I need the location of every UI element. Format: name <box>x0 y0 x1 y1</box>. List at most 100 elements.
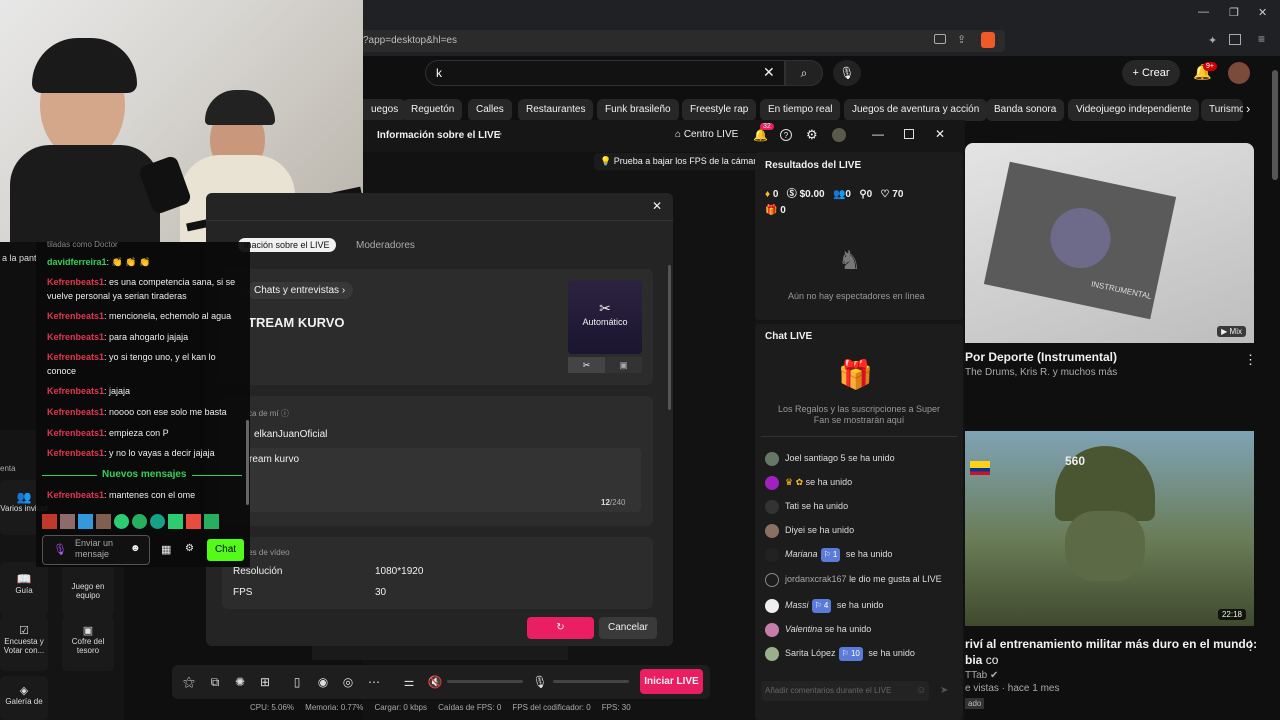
encuesta-button[interactable]: ☑ Encuesta y Votar con... <box>0 616 48 671</box>
emoji-icon[interactable]: ☻ <box>130 543 141 554</box>
emote-icon[interactable] <box>168 514 183 529</box>
video-title-2b[interactable]: bia co <box>965 653 998 667</box>
minimize-button[interactable]: — <box>1198 6 1209 18</box>
guia-button[interactable]: 📖 Guía <box>0 562 48 617</box>
video-channel-2[interactable]: TTab ✔ <box>965 670 998 681</box>
chip-juegos[interactable]: uegos <box>363 99 407 121</box>
chevron-right-icon[interactable]: › <box>1246 101 1250 116</box>
chip-freestyle[interactable]: Freestyle rap <box>682 99 757 121</box>
join-name[interactable]: Mariana <box>785 549 818 559</box>
chip-funk[interactable]: Funk brasileño <box>597 99 679 121</box>
more-icon[interactable]: ⋯ <box>366 674 382 690</box>
video-thumbnail-2[interactable]: 560 22:18 <box>965 431 1254 626</box>
more-options-icon[interactable]: ⋮ <box>1244 352 1257 368</box>
clear-search-icon[interactable]: ✕ <box>763 64 775 81</box>
studio-maximize[interactable] <box>904 129 914 139</box>
search-input[interactable]: k <box>425 60 785 86</box>
sidebar-icon[interactable] <box>1229 34 1241 45</box>
video-thumbnail-1[interactable]: INSTRUMENTAL ▶ Mix <box>965 143 1254 343</box>
emote-icon[interactable] <box>186 514 201 529</box>
chip-tiempo-real[interactable]: En tiempo real <box>760 99 841 121</box>
join-name[interactable]: jordanxcrak167 <box>785 574 847 584</box>
emote-icon[interactable] <box>204 514 219 529</box>
image-cover-button[interactable]: ▣ <box>605 357 642 373</box>
voice-search-button[interactable]: 🎙 <box>833 60 861 86</box>
emote-icon[interactable] <box>96 514 111 529</box>
source-icon[interactable]: ⊞ <box>257 674 273 690</box>
emote-icon[interactable] <box>150 514 165 529</box>
speaker-muted-icon[interactable]: 🔇 <box>427 674 443 690</box>
studio-avatar[interactable] <box>832 128 846 142</box>
chat-name[interactable]: Kefrenbeats1 <box>47 448 104 458</box>
join-name[interactable]: Valentina <box>785 624 822 634</box>
bell-icon[interactable]: 🔔 <box>753 128 768 142</box>
camera-target-icon[interactable]: ◎ <box>340 674 356 690</box>
extensions-icon[interactable]: ✦ <box>1208 34 1217 47</box>
share-icon-2[interactable]: ↗ <box>495 130 503 141</box>
emote-icon[interactable] <box>78 514 93 529</box>
chat-name[interactable]: Kefrenbeats1 <box>47 332 104 342</box>
edit-cover-button[interactable]: ✂ <box>568 357 605 373</box>
chat-send-button[interactable]: Chat <box>207 539 244 561</box>
live-comment-input[interactable]: Añadir comentarios durante el LIVE <box>761 681 929 701</box>
mic-slider[interactable] <box>553 680 629 683</box>
tab-moderators[interactable]: Moderadores <box>356 240 415 251</box>
gift-icon[interactable]: ▦ <box>161 543 171 556</box>
chip-calles[interactable]: Calles <box>468 99 512 121</box>
emoji-icon-2[interactable]: ☺ <box>916 685 926 696</box>
join-name[interactable]: Diyei <box>785 525 805 535</box>
galeria-button[interactable]: ◈ Galería de <box>0 676 48 720</box>
modal-close-icon[interactable]: ✕ <box>652 199 662 213</box>
create-button[interactable]: + Crear <box>1122 60 1180 86</box>
chip-aventura[interactable]: Juegos de aventura y acción <box>844 99 988 121</box>
chat-name[interactable]: Kefrenbeats1 <box>47 311 104 321</box>
maximize-button[interactable]: ❐ <box>1229 6 1239 19</box>
chip-turismo[interactable]: Turismo <box>1201 99 1243 121</box>
join-name[interactable]: Joel santiago 5 <box>785 453 846 463</box>
chip-restaurantes[interactable]: Restaurantes <box>518 99 594 121</box>
fps-value[interactable]: 30 <box>375 587 386 598</box>
send-icon[interactable]: ➤ <box>940 685 948 696</box>
chat-name[interactable]: Kefrenbeats1 <box>47 352 104 362</box>
join-name[interactable]: Massi <box>785 600 809 610</box>
cancel-button[interactable]: Cancelar <box>599 617 657 639</box>
stream-title[interactable]: TREAM KURVO <box>248 315 345 330</box>
search-button[interactable]: ⌕ <box>785 60 823 86</box>
studio-minimize[interactable]: — <box>872 127 884 141</box>
modal-scrollbar[interactable] <box>668 265 671 410</box>
menu-icon[interactable]: ≡ <box>1258 32 1265 46</box>
help-icon[interactable]: ? <box>780 129 792 141</box>
brave-shield-icon[interactable] <box>981 32 995 48</box>
centro-live-button[interactable]: ⌂ Centro LIVE <box>675 129 738 140</box>
layout-icon[interactable]: ⧉ <box>207 674 223 690</box>
chat-settings-icon[interactable]: ⚙ <box>185 543 194 554</box>
settings-gear-icon[interactable]: ⚙ <box>806 127 818 143</box>
phone-icon[interactable]: ▯ <box>289 674 305 690</box>
cofre-button[interactable]: ▣ Cofre del tesoro <box>62 616 114 671</box>
emote-icon[interactable] <box>132 514 147 529</box>
juego-equipo-button[interactable]: Juego en equipo <box>62 562 114 617</box>
studio-close[interactable]: ✕ <box>935 127 945 141</box>
more-options-icon-2[interactable]: ⋮ <box>1244 638 1257 654</box>
share-icon[interactable]: ⇪ <box>957 33 966 46</box>
video-title-1[interactable]: Por Deporte (Instrumental) <box>965 350 1117 364</box>
emote-icon[interactable] <box>114 514 129 529</box>
chip-regueton[interactable]: Reguetón <box>403 99 463 121</box>
join-name[interactable]: Tati <box>785 501 799 511</box>
emote-icon[interactable] <box>60 514 75 529</box>
record-icon[interactable]: ◉ <box>315 674 331 690</box>
chat-name[interactable]: Kefrenbeats1 <box>47 490 104 500</box>
address-bar[interactable]: ?app=desktop&hl=es <box>355 30 1005 52</box>
chat-scrollbar[interactable] <box>246 420 249 505</box>
tab-live-info[interactable]: mación sobre el LIVE <box>238 238 336 252</box>
chat-name[interactable]: Kefrenbeats1 <box>47 407 104 417</box>
go-live-button[interactable]: Iniciar LIVE <box>640 669 703 694</box>
resolution-value[interactable]: 1080*1920 <box>375 566 423 577</box>
join-name[interactable]: Sarita López <box>785 648 836 658</box>
chat-name[interactable]: Kefrenbeats1 <box>47 386 104 396</box>
chip-videojuego[interactable]: Videojuego independiente <box>1068 99 1200 121</box>
mixer-icon[interactable]: ⚌ <box>401 674 417 690</box>
chat-name[interactable]: Kefrenbeats1 <box>47 428 104 438</box>
chip-banda-sonora[interactable]: Banda sonora <box>986 99 1065 121</box>
page-scrollbar[interactable] <box>1272 70 1278 180</box>
